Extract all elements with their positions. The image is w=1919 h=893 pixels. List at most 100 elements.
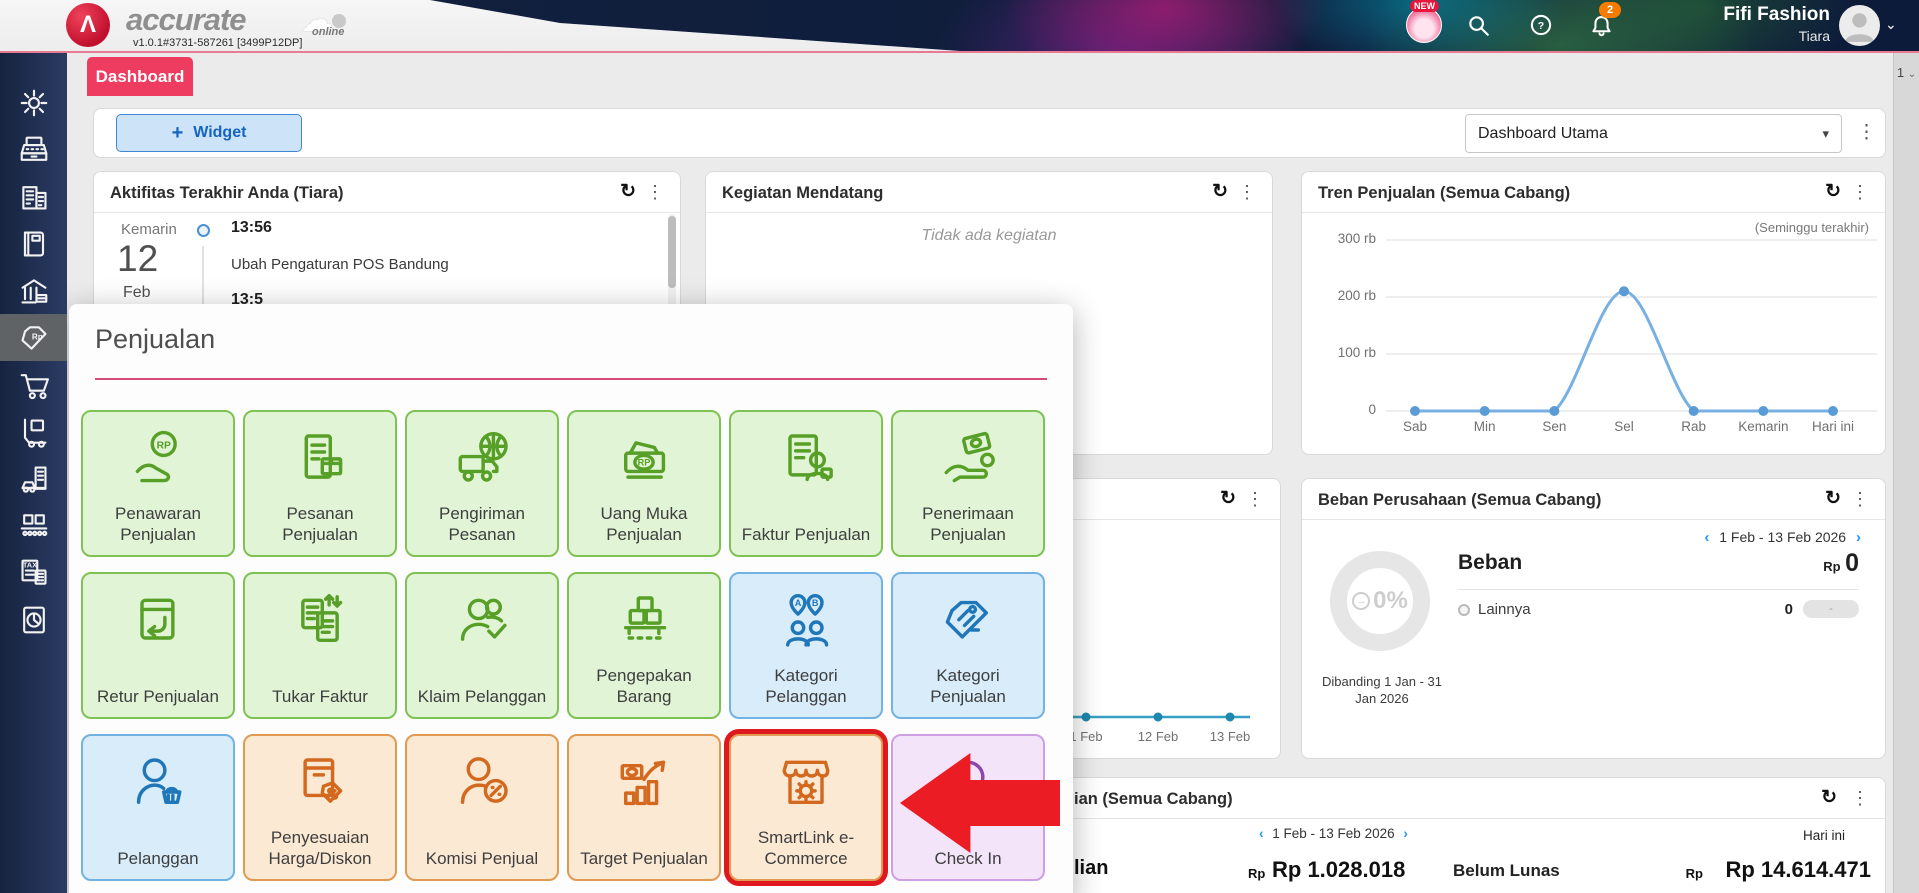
sidebar-item-ledger-book[interactable]	[0, 220, 67, 267]
tile-penerimaan-penjualan[interactable]: Penerimaan Penjualan	[891, 410, 1045, 557]
sales-icon: Rp	[16, 320, 52, 356]
x-tick-label: 12 Feb	[1128, 729, 1188, 744]
user-menu-chevron-icon[interactable]: ⌄	[1885, 16, 1897, 33]
tile-tukar-faktur[interactable]: Tukar Faktur	[243, 572, 397, 719]
refresh-icon[interactable]: ↻	[1821, 786, 1837, 809]
tab-dashboard[interactable]: Dashboard	[87, 57, 193, 96]
timeline-dot	[197, 224, 210, 237]
tile-label: Komisi Penjual	[411, 848, 553, 869]
sidebar-item-reports[interactable]	[0, 596, 67, 643]
trend-arrow-icon: →	[1352, 592, 1370, 610]
prev-chevron-icon[interactable]: ‹	[1254, 826, 1269, 841]
banking-icon	[16, 273, 52, 309]
kebab-icon[interactable]: ⋮	[1851, 489, 1869, 510]
sidebar-item-manufacturing[interactable]	[0, 502, 67, 549]
accurate-logo-icon: Λ	[66, 3, 110, 47]
y-tick-label: 0	[1312, 402, 1376, 417]
dashboard-select[interactable]: Dashboard Utama ▾	[1465, 114, 1842, 153]
period-label: Hari ini	[1803, 828, 1845, 843]
sidebar-item-company[interactable]	[0, 173, 67, 220]
kebab-icon[interactable]: ⋮	[646, 182, 664, 203]
activity-date-day: 12	[117, 238, 158, 280]
sidebar-item-purchases[interactable]	[0, 361, 67, 408]
next-chevron-icon[interactable]: ›	[1398, 826, 1413, 841]
tile-klaim-pelanggan[interactable]: Klaim Pelanggan	[405, 572, 559, 719]
sidebar-item-taxes[interactable]: TAX	[0, 549, 67, 596]
tile-pengepakan-barang[interactable]: Pengepakan Barang	[567, 572, 721, 719]
divider	[1458, 589, 1859, 590]
people-pins-icon: AB	[774, 590, 838, 654]
widget-button-label: Widget	[193, 124, 246, 142]
app-header: Λ accurate ☁ online v1.0.1#3731-587261 […	[0, 0, 1919, 51]
prev-chevron-icon[interactable]: ‹	[1698, 529, 1715, 546]
kebab-icon[interactable]: ⋮	[1851, 182, 1869, 203]
kebab-icon[interactable]: ⋮	[1238, 182, 1256, 203]
tile-pesanan-penjualan[interactable]: Pesanan Penjualan	[243, 410, 397, 557]
tile-retur-penjualan[interactable]: Retur Penjualan	[81, 572, 235, 719]
tile-target-penjualan[interactable]: Target Penjualan	[567, 734, 721, 881]
activity-time: 13:56	[231, 219, 272, 237]
storefront-gear-icon	[774, 752, 838, 816]
tile-pengiriman-pesanan[interactable]: Pengiriman Pesanan	[405, 410, 559, 557]
kebab-icon[interactable]: ⋮	[1246, 489, 1264, 510]
date-range-nav: ‹ 1 Feb - 13 Feb 2026 ›	[1254, 826, 1413, 841]
date-range-nav: ‹ 1 Feb - 13 Feb 2026 ›	[1698, 529, 1867, 546]
next-chevron-icon[interactable]: ›	[1850, 529, 1867, 546]
refresh-icon[interactable]: ↻	[1825, 487, 1841, 510]
sidebar-item-sales[interactable]: Rp	[0, 314, 67, 361]
total-amount: Rp 1.028.018	[1272, 857, 1405, 883]
refresh-icon[interactable]: ↻	[1825, 180, 1841, 203]
user-block[interactable]: Fifi Fashion Tiara	[1660, 4, 1830, 44]
tile-penyesuaian-harga-diskon[interactable]: Penyesuaian Harga/Diskon	[243, 734, 397, 881]
panel-beban: Beban Perusahaan (Semua Cabang) ↻ ⋮ ‹ 1 …	[1301, 478, 1886, 759]
user-avatar[interactable]	[1839, 5, 1880, 46]
svg-text:RP: RP	[157, 441, 171, 452]
tile-pelanggan[interactable]: Pelanggan	[81, 734, 235, 881]
docs-swap-icon	[288, 590, 352, 654]
tile-label: SmartLink e-Commerce	[735, 827, 877, 869]
panel-title: Beban Perusahaan (Semua Cabang)	[1318, 491, 1601, 510]
kebab-icon[interactable]: ⋮	[1851, 788, 1869, 809]
plus-icon: +	[172, 122, 184, 145]
tile-label: Tukar Faktur	[249, 686, 391, 707]
tile-smartlink-e-commerce[interactable]: SmartLink e-Commerce	[729, 734, 883, 881]
tren-chart-svg	[1386, 230, 1877, 430]
tile-faktur-penjualan[interactable]: Faktur Penjualan	[729, 410, 883, 557]
tile-komisi-penjual[interactable]: Komisi Penjual	[405, 734, 559, 881]
dialog-title: Penjualan	[95, 324, 215, 355]
tile-kategori-pelanggan[interactable]: ABKategori Pelanggan	[729, 572, 883, 719]
search-icon[interactable]	[1464, 11, 1492, 39]
activity-group-label: Kemarin	[121, 221, 177, 238]
toolbar-kebab-icon[interactable]: ⋮	[1857, 121, 1876, 144]
panel-divider	[1302, 212, 1885, 213]
tile-label: Kategori Penjualan	[897, 665, 1039, 707]
sidebar-item-inventory[interactable]	[0, 408, 67, 455]
refresh-icon[interactable]: ↻	[1220, 487, 1236, 510]
people-check-icon	[450, 590, 514, 654]
refresh-icon[interactable]: ↻	[620, 180, 636, 203]
panel-title: Tren Penjualan (Semua Cabang)	[1318, 184, 1570, 203]
sidebar-item-pos-register[interactable]	[0, 126, 67, 173]
tile-uang-muka-penjualan[interactable]: RPUang Muka Penjualan	[567, 410, 721, 557]
add-widget-button[interactable]: + Widget	[116, 114, 302, 152]
menu-tile-grid: RPPenawaran PenjualanPesanan PenjualanPe…	[81, 410, 1045, 881]
person-percent-icon	[450, 752, 514, 816]
svg-text:B: B	[812, 598, 819, 608]
metric-value: Rp 0	[1823, 549, 1859, 578]
mascot-avatar[interactable]	[1406, 7, 1442, 43]
new-badge: NEW	[1410, 0, 1439, 12]
row-label-truncated: lian	[1074, 857, 1108, 880]
tile-kategori-penjualan[interactable]: Kategori Penjualan	[891, 572, 1045, 719]
fixed-assets-icon	[16, 461, 52, 497]
sidebar-item-banking[interactable]	[0, 267, 67, 314]
refresh-icon[interactable]: ↻	[1212, 180, 1228, 203]
page-selector[interactable]: 1 ⌄	[1894, 65, 1919, 80]
sidebar-item-fixed-assets[interactable]	[0, 455, 67, 502]
sidebar-item-settings[interactable]	[0, 79, 67, 126]
activity-text[interactable]: Ubah Pengaturan POS Bandung	[231, 256, 449, 273]
date-range-label: 1 Feb - 13 Feb 2026	[1719, 529, 1846, 545]
help-icon[interactable]: ?	[1527, 11, 1555, 39]
legend-value: 0	[1785, 601, 1793, 618]
tile-penawaran-penjualan[interactable]: RPPenawaran Penjualan	[81, 410, 235, 557]
svg-text:TAX: TAX	[22, 560, 36, 569]
